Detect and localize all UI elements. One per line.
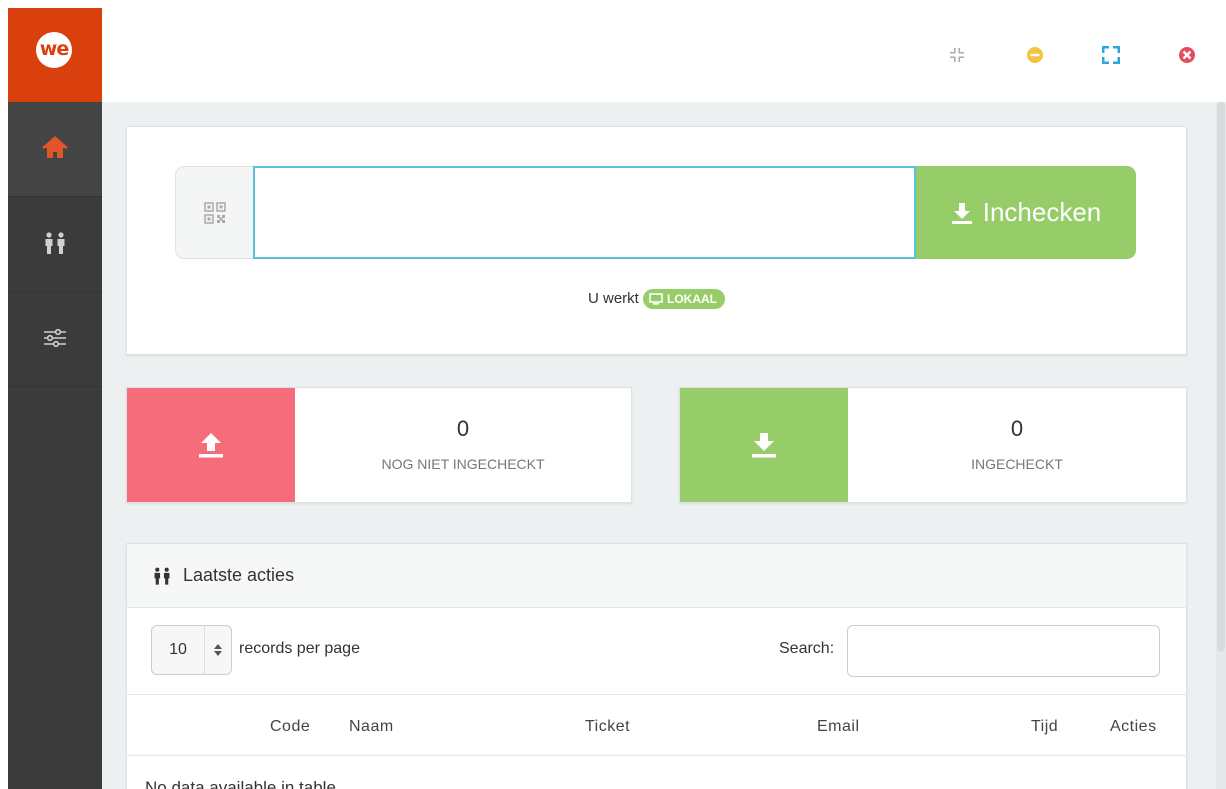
stat-checked-in-label: INGECHECKT xyxy=(971,456,1063,472)
fullscreen-icon[interactable] xyxy=(1100,44,1122,66)
checkin-code-input[interactable] xyxy=(253,166,916,259)
checkin-button[interactable]: Inchecken xyxy=(916,166,1136,259)
search-input[interactable] xyxy=(847,625,1160,677)
sidebar-item-attendees[interactable] xyxy=(8,197,102,292)
stat-not-checked-in-body: 0 NOG NIET INGECHECKT xyxy=(295,388,631,502)
stat-not-checked-in-icon-box xyxy=(127,388,295,502)
sidebar-item-home[interactable] xyxy=(8,102,102,197)
app-logo[interactable]: we xyxy=(8,8,102,102)
minimize-icon[interactable] xyxy=(1024,44,1046,66)
sidebar-item-settings[interactable] xyxy=(8,292,102,387)
work-mode-prefix: U werkt xyxy=(587,289,639,307)
compress-icon[interactable] xyxy=(946,44,968,66)
records-per-page-label: records per page xyxy=(239,640,360,657)
column-header-acties[interactable]: Acties xyxy=(1110,718,1157,736)
stat-checked-in-count: 0 xyxy=(1010,416,1024,441)
checkin-form: Inchecken xyxy=(175,166,1136,259)
table-header-top-border xyxy=(127,694,1186,695)
monitor-icon xyxy=(649,293,663,305)
people-icon xyxy=(154,567,170,585)
recent-actions-title: Laatste acties xyxy=(183,565,295,585)
stat-checked-in-body: 0 INGECHECKT xyxy=(848,388,1186,502)
top-bar xyxy=(102,8,1226,102)
checkin-card: Inchecken U werkt LOKAAL xyxy=(126,126,1187,355)
table-empty-message: No data available in table xyxy=(145,778,336,789)
page-length-value: 10 xyxy=(169,641,187,658)
stat-not-checked-in-count: 0 xyxy=(456,416,470,441)
upload-icon xyxy=(199,433,223,458)
app-window: we Inchecken U werkt LOKAAL 0 NOG NIET I… xyxy=(8,8,1226,789)
download-icon xyxy=(752,433,776,458)
qr-addon xyxy=(175,166,253,259)
search-label: Search: xyxy=(779,640,835,657)
scrollbar-track[interactable] xyxy=(1216,102,1226,789)
home-icon xyxy=(42,136,68,158)
work-mode-status: U werkt LOKAAL xyxy=(127,289,1186,309)
recent-actions-header: Laatste acties xyxy=(127,544,1186,608)
stat-checked-in-icon-box xyxy=(680,388,848,502)
column-header-ticket[interactable]: Ticket xyxy=(585,718,630,736)
column-header-tijd[interactable]: Tijd xyxy=(1031,718,1058,736)
logo-mark: we xyxy=(36,32,72,68)
column-header-code[interactable]: Code xyxy=(270,718,310,736)
sliders-icon xyxy=(44,328,66,348)
column-header-naam[interactable]: Naam xyxy=(349,718,394,736)
qrcode-icon xyxy=(204,202,226,224)
stat-not-checked-in-label: NOG NIET INGECHECKT xyxy=(381,456,545,472)
work-mode-label: LOKAAL xyxy=(667,292,717,306)
work-mode-badge: LOKAAL xyxy=(643,289,725,309)
stat-not-checked-in: 0 NOG NIET INGECHECKT xyxy=(126,387,632,503)
recent-actions-panel: Laatste acties 10 records per page Searc… xyxy=(126,543,1187,789)
table-header-bottom-border xyxy=(127,755,1186,756)
scrollbar-thumb[interactable] xyxy=(1217,102,1225,652)
select-arrows-icon xyxy=(204,625,223,675)
download-icon xyxy=(951,202,972,224)
stat-checked-in: 0 INGECHECKT xyxy=(679,387,1187,503)
sidebar: we xyxy=(8,8,102,789)
column-header-email[interactable]: Email xyxy=(817,718,860,736)
checkin-button-label: Inchecken xyxy=(982,197,1102,227)
page-length-select[interactable]: 10 xyxy=(151,625,232,675)
people-icon xyxy=(45,232,65,254)
close-icon[interactable] xyxy=(1176,44,1198,66)
